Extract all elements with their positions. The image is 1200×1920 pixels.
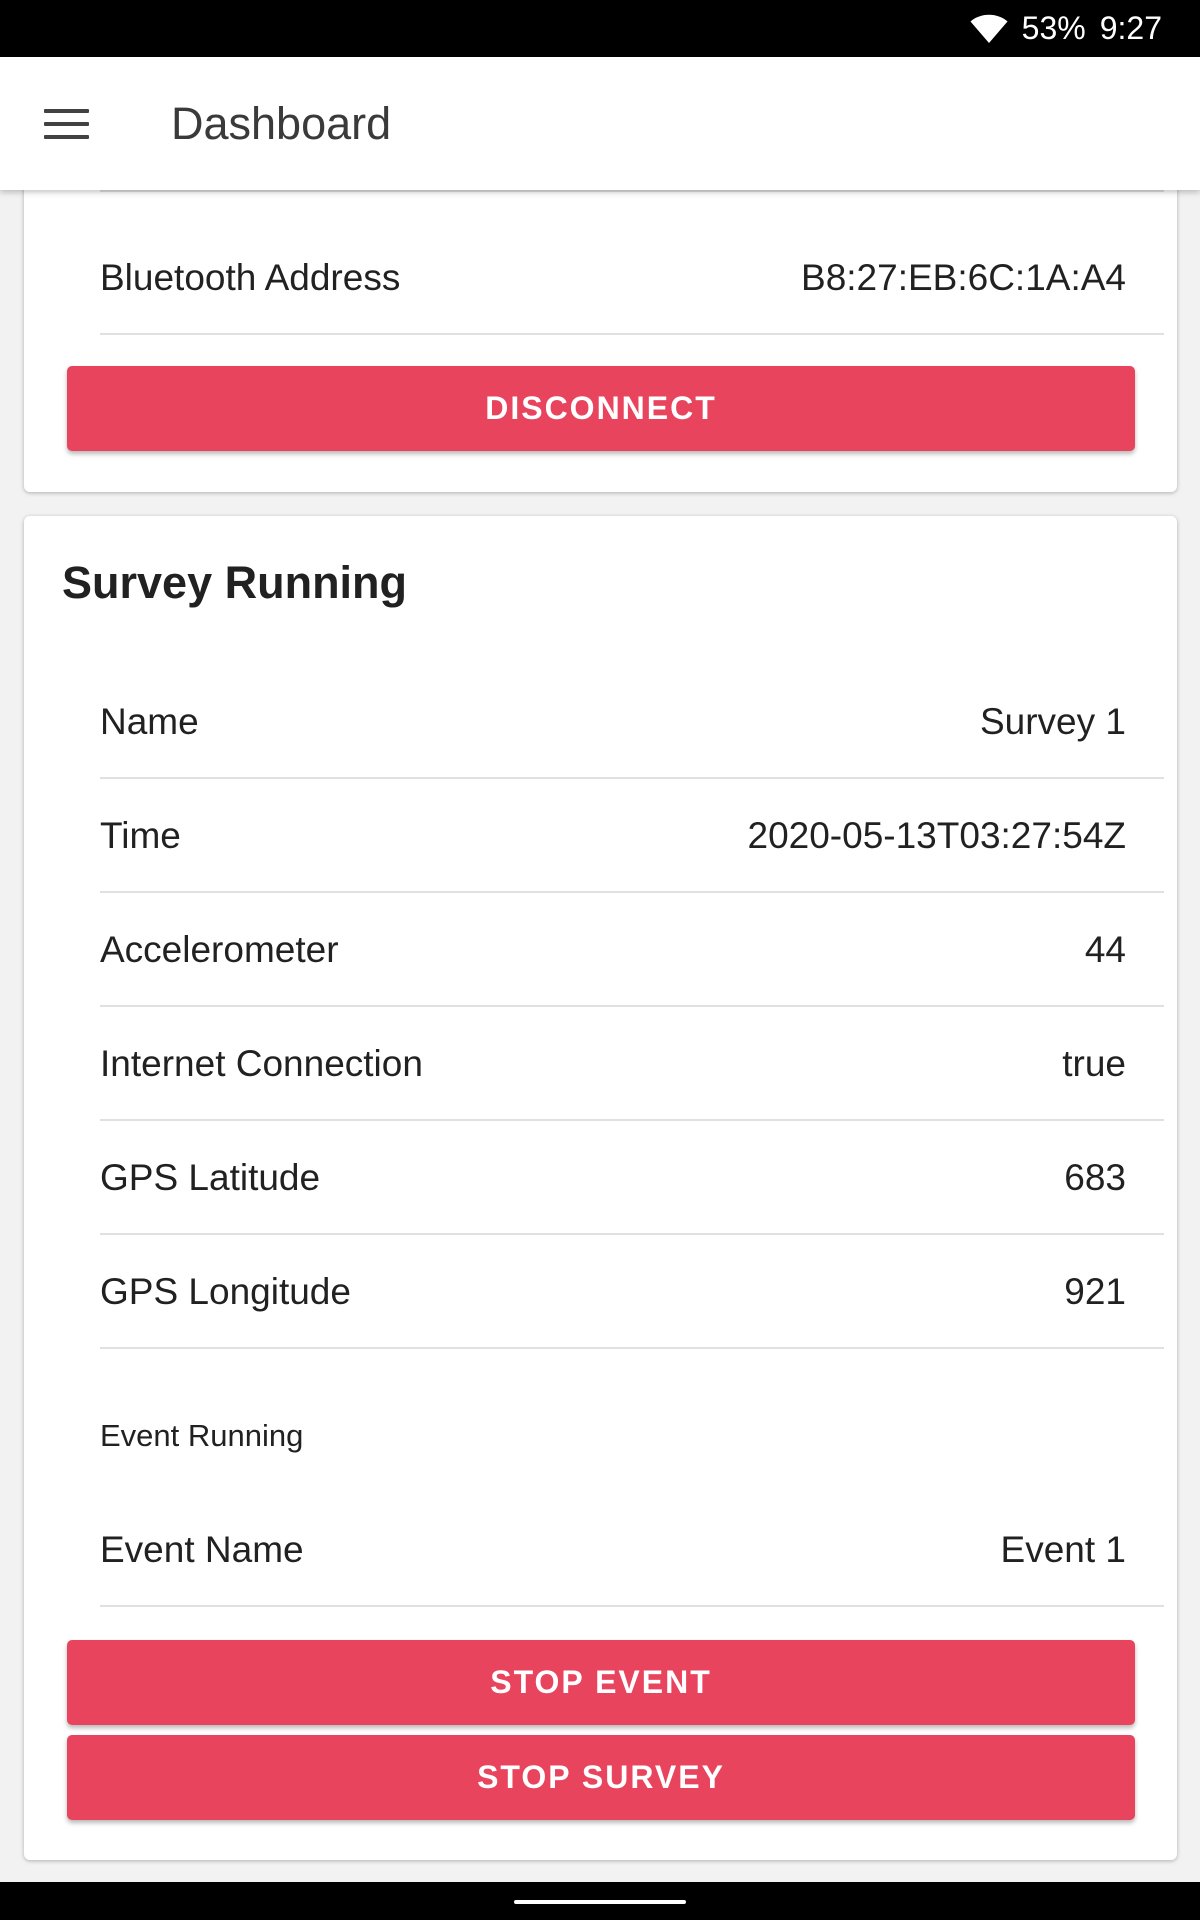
event-name-row: Event Name Event 1 <box>100 1494 1164 1607</box>
survey-time-row: Time 2020-05-13T03:27:54Z <box>100 780 1164 893</box>
survey-running-title: Survey Running <box>62 557 408 608</box>
status-time: 9:27 <box>1099 10 1162 46</box>
survey-name-row: Name Survey 1 <box>100 666 1164 779</box>
bluetooth-address-label: Bluetooth Address <box>100 256 401 298</box>
event-name-label: Event Name <box>100 1528 304 1570</box>
survey-running-card: Survey Running Name Survey 1 Time 2020-0… <box>24 516 1177 1860</box>
bluetooth-address-value: B8:27:EB:6C:1A:A4 <box>801 256 1126 298</box>
survey-name-label: Name <box>100 700 199 742</box>
home-gesture-handle[interactable] <box>514 1900 686 1904</box>
status-bar: 53% 9:27 <box>0 0 1200 57</box>
stop-event-button[interactable]: STOP EVENT <box>67 1640 1135 1725</box>
accelerometer-value: 44 <box>1084 928 1126 970</box>
stop-survey-button[interactable]: STOP SURVEY <box>67 1735 1135 1820</box>
bluetooth-address-row: Bluetooth Address B8:27:EB:6C:1A:A4 <box>100 222 1164 335</box>
app-bar: Dashboard <box>0 57 1200 190</box>
survey-time-value: 2020-05-13T03:27:54Z <box>747 814 1127 856</box>
internet-connection-label: Internet Connection <box>100 1042 423 1084</box>
gps-longitude-row: GPS Longitude 921 <box>100 1236 1164 1349</box>
system-navigation-bar <box>0 1882 1200 1920</box>
survey-name-value: Survey 1 <box>979 700 1126 742</box>
survey-time-label: Time <box>100 814 181 856</box>
accelerometer-label: Accelerometer <box>100 928 339 970</box>
event-running-heading: Event Running <box>100 1418 304 1453</box>
gps-latitude-value: 683 <box>1064 1156 1126 1198</box>
battery-percentage: 53% <box>1021 10 1086 46</box>
gps-latitude-row: GPS Latitude 683 <box>100 1122 1164 1235</box>
event-name-value: Event 1 <box>1000 1528 1126 1570</box>
page-title: Dashboard <box>171 98 392 149</box>
internet-connection-row: Internet Connection true <box>100 1008 1164 1121</box>
gps-latitude-label: GPS Latitude <box>100 1156 321 1198</box>
internet-connection-value: true <box>1062 1042 1126 1084</box>
wifi-icon <box>970 14 1008 44</box>
disconnect-button[interactable]: DISCONNECT <box>67 366 1135 451</box>
gps-longitude-value: 921 <box>1064 1270 1126 1312</box>
accelerometer-row: Accelerometer 44 <box>100 894 1164 1007</box>
hamburger-menu-icon[interactable] <box>44 109 89 139</box>
gps-longitude-label: GPS Longitude <box>100 1270 351 1312</box>
